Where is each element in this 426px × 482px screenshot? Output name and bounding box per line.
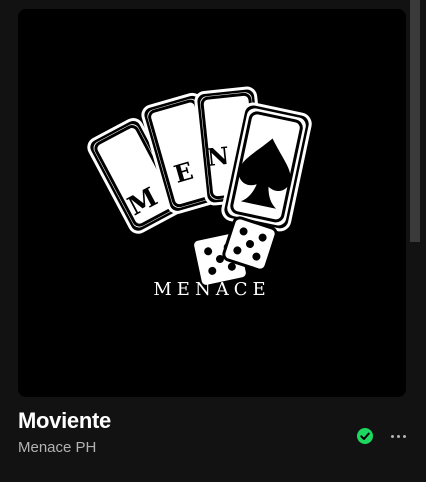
saved-check-icon[interactable] [357,428,373,444]
track-title[interactable]: Moviente [18,408,111,434]
cover-wordmark: MENACE [153,279,270,300]
more-dot-icon [390,434,394,438]
menace-logo: M E N MENACE [87,86,312,300]
now-playing-panel: M E N MENACE Moviente Menace PH [0,0,426,482]
more-options-button[interactable] [387,424,409,448]
track-artist[interactable]: Menace PH [18,439,96,456]
more-dot-icon [402,434,406,438]
more-dot-icon [396,434,400,438]
scrollbar-thumb[interactable] [410,0,420,242]
album-cover[interactable]: M E N MENACE [18,9,406,397]
svg-text:N: N [206,141,231,172]
